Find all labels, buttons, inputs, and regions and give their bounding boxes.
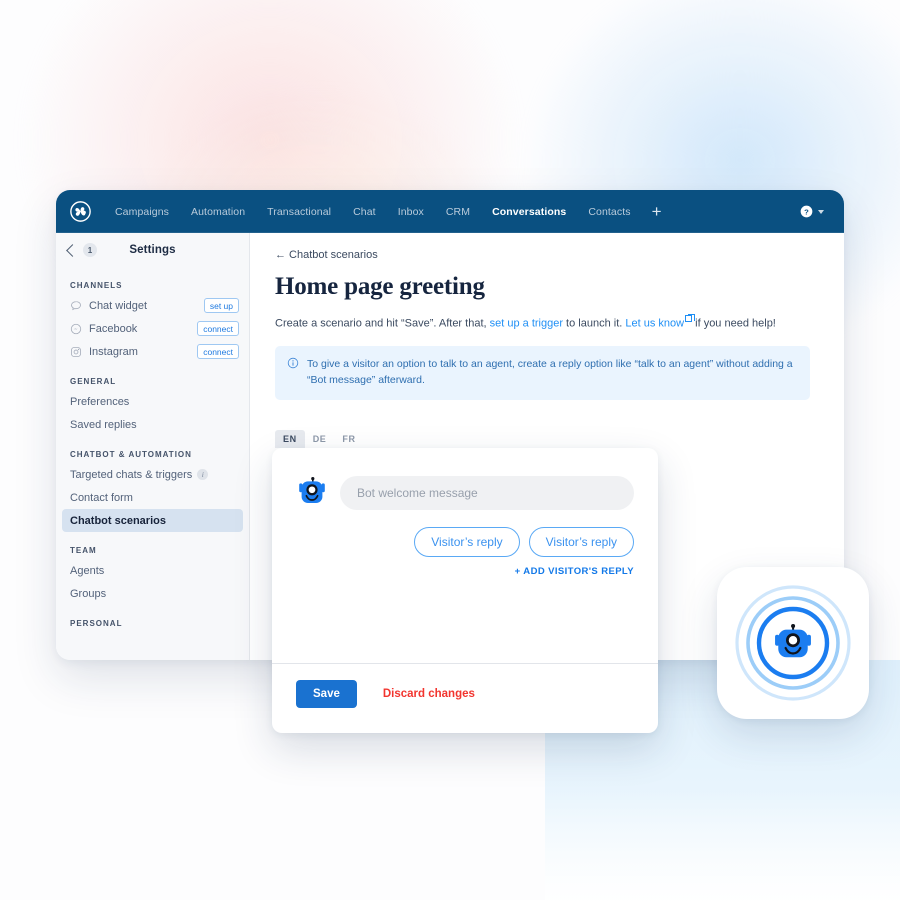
sidebar-item-agents[interactable]: Agents xyxy=(56,559,249,582)
info-notice-banner: To give a visitor an option to talk to a… xyxy=(275,346,810,400)
sidebar-item-label: Instagram xyxy=(89,345,138,358)
navbar-items: Campaigns Automation Transactional Chat … xyxy=(104,201,672,223)
sidebar-item-label: Facebook xyxy=(89,322,138,335)
sidebar-item-label: Chat widget xyxy=(89,299,148,312)
sidebar-item-contact-form[interactable]: Contact form xyxy=(56,486,249,509)
sidebar-item-label: Groups xyxy=(70,587,107,600)
nav-add-button[interactable]: + xyxy=(642,203,672,220)
description-part-3: if you need help! xyxy=(692,317,776,330)
description-part-2: to launch it. xyxy=(563,317,626,330)
sidebar-item-label: Agents xyxy=(70,564,105,577)
nav-item-automation[interactable]: Automation xyxy=(180,201,256,223)
help-circle-icon[interactable]: ? xyxy=(800,205,813,218)
svg-text:?: ? xyxy=(804,207,809,216)
facebook-connect-pill[interactable]: connect xyxy=(197,321,239,336)
scenario-editor-footer: Save Discard changes xyxy=(272,663,658,724)
sidebar-item-facebook[interactable]: Facebook connect xyxy=(56,317,249,340)
bot-message-row: Bot welcome message xyxy=(296,476,634,510)
lang-tab-de[interactable]: DE xyxy=(305,430,335,448)
language-tabs: EN DE FR xyxy=(275,429,822,448)
brevo-pinwheel-logo[interactable] xyxy=(70,201,91,222)
sidebar-header: 1 Settings xyxy=(56,233,249,267)
sidebar-item-groups[interactable]: Groups xyxy=(56,582,249,605)
sidebar-group-channels: CHANNELS xyxy=(70,281,123,290)
sidebar-item-label: Contact form xyxy=(70,491,133,504)
add-visitor-reply-button[interactable]: + ADD VISITOR'S REPLY xyxy=(296,566,634,577)
chatbot-rings-icon xyxy=(735,585,851,701)
nav-item-transactional[interactable]: Transactional xyxy=(256,201,342,223)
visitor-reply-chip-1[interactable]: Visitor’s reply xyxy=(414,527,520,557)
sidebar-item-chat-widget[interactable]: Chat widget set up xyxy=(56,294,249,317)
sidebar-item-chatbot-scenarios[interactable]: Chatbot scenarios xyxy=(62,509,243,532)
info-icon[interactable]: i xyxy=(197,469,209,480)
bot-message-input[interactable]: Bot welcome message xyxy=(340,476,634,510)
bot-face-icon xyxy=(299,477,325,503)
nav-item-crm[interactable]: CRM xyxy=(435,201,481,223)
chat-widget-setup-pill[interactable]: set up xyxy=(203,298,239,313)
scenario-editor-card: Bot welcome message Visitor’s reply Visi… xyxy=(272,448,658,733)
breadcrumb-back-link[interactable]: ← Chatbot scenarios xyxy=(275,249,822,261)
nav-item-campaigns[interactable]: Campaigns xyxy=(104,201,180,223)
nav-item-contacts[interactable]: Contacts xyxy=(577,201,641,223)
notice-text: To give a visitor an option to talk to a… xyxy=(307,358,793,387)
save-button[interactable]: Save xyxy=(296,680,357,708)
sidebar-item-instagram[interactable]: Instagram connect xyxy=(56,340,249,363)
nav-item-chat[interactable]: Chat xyxy=(342,201,387,223)
set-up-trigger-link[interactable]: set up a trigger xyxy=(490,318,563,330)
discard-changes-button[interactable]: Discard changes xyxy=(377,687,481,701)
sidebar-group-team: TEAM xyxy=(70,546,97,555)
nav-item-conversations[interactable]: Conversations xyxy=(481,201,577,223)
lang-tab-fr[interactable]: FR xyxy=(334,430,363,448)
sidebar-item-label: Chatbot scenarios xyxy=(70,514,166,527)
sidebar-group-chatbot-automation: CHATBOT & AUTOMATION xyxy=(70,450,192,459)
visitor-reply-chip-2[interactable]: Visitor’s reply xyxy=(528,527,634,557)
background-plate-fade xyxy=(545,790,900,920)
sidebar-item-saved-replies[interactable]: Saved replies xyxy=(56,413,249,436)
sidebar-item-label: Saved replies xyxy=(70,418,137,431)
top-navbar: Campaigns Automation Transactional Chat … xyxy=(56,190,844,233)
instagram-connect-pill[interactable]: connect xyxy=(197,344,239,359)
page-title: Home page greeting xyxy=(275,273,485,300)
instagram-icon xyxy=(71,346,81,357)
sidebar-item-label: Preferences xyxy=(70,395,130,408)
sidebar-group-personal: PERSONAL xyxy=(70,619,123,628)
chatbot-app-tile xyxy=(717,567,869,719)
description-part-1: Create a scenario and hit “Save”. After … xyxy=(275,317,490,330)
lang-tab-en[interactable]: EN xyxy=(275,429,305,448)
sidebar-group-general: GENERAL xyxy=(70,377,117,386)
sidebar-item-targeted-chats[interactable]: Targeted chats & triggers i xyxy=(56,463,249,486)
chat-bubble-icon xyxy=(71,300,81,310)
scenario-editor-body: Bot welcome message Visitor’s reply Visi… xyxy=(272,448,658,663)
nav-item-inbox[interactable]: Inbox xyxy=(387,201,435,223)
settings-sidebar: 1 Settings CHANNELS Chat widget set up F… xyxy=(56,233,250,660)
sidebar-title: Settings xyxy=(129,244,176,256)
sidebar-item-preferences[interactable]: Preferences xyxy=(56,390,249,413)
page-description: Create a scenario and hit “Save”. After … xyxy=(275,314,822,332)
messenger-icon xyxy=(70,323,82,334)
external-link-icon xyxy=(685,314,696,322)
visitor-replies-row: Visitor’s reply Visitor’s reply xyxy=(296,527,634,557)
info-circle-icon xyxy=(287,357,299,369)
chevron-down-icon[interactable] xyxy=(818,209,824,214)
sidebar-item-label: Targeted chats & triggers xyxy=(70,468,193,481)
navbar-right: ? xyxy=(800,205,830,218)
let-us-know-link[interactable]: Let us know xyxy=(625,318,684,330)
